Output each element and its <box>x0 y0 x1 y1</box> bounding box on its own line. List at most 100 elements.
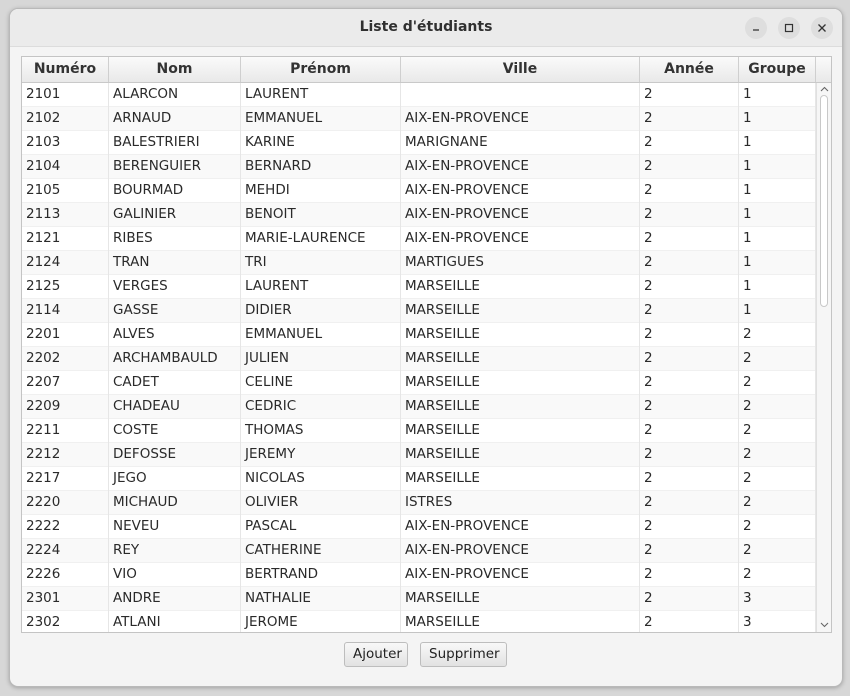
cell-ville[interactable]: MARTIGUES <box>401 251 640 275</box>
table-row[interactable]: 2209 CHADEAU CEDRIC MARSEILLE 2 2 <box>22 395 816 419</box>
table-row[interactable]: 2201 ALVES EMMANUEL MARSEILLE 2 2 <box>22 323 816 347</box>
cell-groupe[interactable]: 1 <box>739 203 816 227</box>
cell-nom[interactable]: DEFOSSE <box>109 443 241 467</box>
cell-groupe[interactable]: 1 <box>739 227 816 251</box>
cell-prenom[interactable]: MEHDI <box>241 179 401 203</box>
table-row[interactable]: 2102 ARNAUD EMMANUEL AIX-EN-PROVENCE 2 1 <box>22 107 816 131</box>
cell-ville[interactable]: AIX-EN-PROVENCE <box>401 539 640 563</box>
cell-annee[interactable]: 2 <box>640 539 739 563</box>
cell-groupe[interactable]: 2 <box>739 347 816 371</box>
cell-prenom[interactable]: JULIEN <box>241 347 401 371</box>
cell-prenom[interactable]: TRI <box>241 251 401 275</box>
table-row[interactable]: 2113 GALINIER BENOIT AIX-EN-PROVENCE 2 1 <box>22 203 816 227</box>
cell-nom[interactable]: BOURMAD <box>109 179 241 203</box>
cell-nom[interactable]: ANDRE <box>109 587 241 611</box>
cell-prenom[interactable]: BENOIT <box>241 203 401 227</box>
cell-numero[interactable]: 2101 <box>22 83 109 107</box>
cell-numero[interactable]: 2217 <box>22 467 109 491</box>
cell-numero[interactable]: 2102 <box>22 107 109 131</box>
cell-prenom[interactable]: JEROME <box>241 611 401 632</box>
cell-groupe[interactable]: 2 <box>739 539 816 563</box>
table-row[interactable]: 2207 CADET CELINE MARSEILLE 2 2 <box>22 371 816 395</box>
cell-ville[interactable]: AIX-EN-PROVENCE <box>401 563 640 587</box>
cell-annee[interactable]: 2 <box>640 203 739 227</box>
table-row[interactable]: 2124 TRAN TRI MARTIGUES 2 1 <box>22 251 816 275</box>
cell-ville[interactable]: MARSEILLE <box>401 443 640 467</box>
cell-groupe[interactable]: 2 <box>739 563 816 587</box>
cell-ville[interactable]: MARIGNANE <box>401 131 640 155</box>
cell-ville[interactable]: MARSEILLE <box>401 587 640 611</box>
cell-groupe[interactable]: 1 <box>739 251 816 275</box>
scroll-down-icon[interactable] <box>820 622 829 628</box>
cell-nom[interactable]: TRAN <box>109 251 241 275</box>
cell-prenom[interactable]: CATHERINE <box>241 539 401 563</box>
cell-groupe[interactable]: 1 <box>739 275 816 299</box>
cell-prenom[interactable]: THOMAS <box>241 419 401 443</box>
cell-nom[interactable]: RIBES <box>109 227 241 251</box>
cell-groupe[interactable]: 1 <box>739 107 816 131</box>
cell-ville[interactable]: MARSEILLE <box>401 467 640 491</box>
cell-nom[interactable]: ARCHAMBAULD <box>109 347 241 371</box>
cell-groupe[interactable]: 2 <box>739 323 816 347</box>
column-header-prenom[interactable]: Prénom <box>241 57 401 82</box>
cell-groupe[interactable]: 1 <box>739 83 816 107</box>
cell-groupe[interactable]: 2 <box>739 515 816 539</box>
cell-nom[interactable]: CHADEAU <box>109 395 241 419</box>
column-header-numero[interactable]: Numéro <box>22 57 109 82</box>
table-row[interactable]: 2202 ARCHAMBAULD JULIEN MARSEILLE 2 2 <box>22 347 816 371</box>
cell-groupe[interactable]: 2 <box>739 371 816 395</box>
maximize-button[interactable] <box>778 17 800 39</box>
cell-numero[interactable]: 2103 <box>22 131 109 155</box>
cell-numero[interactable]: 2212 <box>22 443 109 467</box>
cell-prenom[interactable]: OLIVIER <box>241 491 401 515</box>
table-row[interactable]: 2121 RIBES MARIE-LAURENCE AIX-EN-PROVENCE 2 1 <box>22 227 816 251</box>
cell-prenom[interactable]: KARINE <box>241 131 401 155</box>
cell-prenom[interactable]: CELINE <box>241 371 401 395</box>
cell-prenom[interactable]: BERTRAND <box>241 563 401 587</box>
column-header-annee[interactable]: Année <box>640 57 739 82</box>
table-row[interactable]: 2302 ATLANI JEROME MARSEILLE 2 3 <box>22 611 816 632</box>
cell-prenom[interactable]: CEDRIC <box>241 395 401 419</box>
cell-prenom[interactable]: PASCAL <box>241 515 401 539</box>
cell-ville[interactable]: MARSEILLE <box>401 611 640 632</box>
cell-ville[interactable]: MARSEILLE <box>401 395 640 419</box>
table-row[interactable]: 2301 ANDRE NATHALIE MARSEILLE 2 3 <box>22 587 816 611</box>
table-row[interactable]: 2220 MICHAUD OLIVIER ISTRES 2 2 <box>22 491 816 515</box>
cell-ville[interactable]: MARSEILLE <box>401 275 640 299</box>
cell-prenom[interactable]: EMMANUEL <box>241 323 401 347</box>
cell-annee[interactable]: 2 <box>640 107 739 131</box>
cell-numero[interactable]: 2220 <box>22 491 109 515</box>
cell-nom[interactable]: BERENGUIER <box>109 155 241 179</box>
cell-groupe[interactable]: 3 <box>739 587 816 611</box>
cell-ville[interactable]: MARSEILLE <box>401 299 640 323</box>
students-table[interactable]: Numéro Nom Prénom Ville Année Groupe 210… <box>21 56 832 633</box>
vertical-scrollbar[interactable] <box>816 83 831 632</box>
cell-annee[interactable]: 2 <box>640 515 739 539</box>
cell-numero[interactable]: 2226 <box>22 563 109 587</box>
cell-numero[interactable]: 2114 <box>22 299 109 323</box>
cell-annee[interactable]: 2 <box>640 587 739 611</box>
cell-nom[interactable]: MICHAUD <box>109 491 241 515</box>
cell-annee[interactable]: 2 <box>640 371 739 395</box>
column-header-groupe[interactable]: Groupe <box>739 57 816 82</box>
cell-ville[interactable]: ISTRES <box>401 491 640 515</box>
cell-nom[interactable]: COSTE <box>109 419 241 443</box>
cell-numero[interactable]: 2224 <box>22 539 109 563</box>
title-bar[interactable]: Liste d'étudiants <box>10 9 842 47</box>
cell-ville[interactable]: AIX-EN-PROVENCE <box>401 227 640 251</box>
cell-numero[interactable]: 2201 <box>22 323 109 347</box>
cell-nom[interactable]: BALESTRIERI <box>109 131 241 155</box>
cell-annee[interactable]: 2 <box>640 563 739 587</box>
cell-annee[interactable]: 2 <box>640 155 739 179</box>
column-header-nom[interactable]: Nom <box>109 57 241 82</box>
table-row[interactable]: 2226 VIO BERTRAND AIX-EN-PROVENCE 2 2 <box>22 563 816 587</box>
cell-nom[interactable]: ALVES <box>109 323 241 347</box>
table-row[interactable]: 2104 BERENGUIER BERNARD AIX-EN-PROVENCE 2 1 <box>22 155 816 179</box>
cell-groupe[interactable]: 2 <box>739 443 816 467</box>
cell-nom[interactable]: ALARCON <box>109 83 241 107</box>
cell-annee[interactable]: 2 <box>640 419 739 443</box>
cell-numero[interactable]: 2209 <box>22 395 109 419</box>
cell-numero[interactable]: 2113 <box>22 203 109 227</box>
table-row[interactable]: 2114 GASSE DIDIER MARSEILLE 2 1 <box>22 299 816 323</box>
delete-button[interactable]: Supprimer <box>420 642 507 667</box>
